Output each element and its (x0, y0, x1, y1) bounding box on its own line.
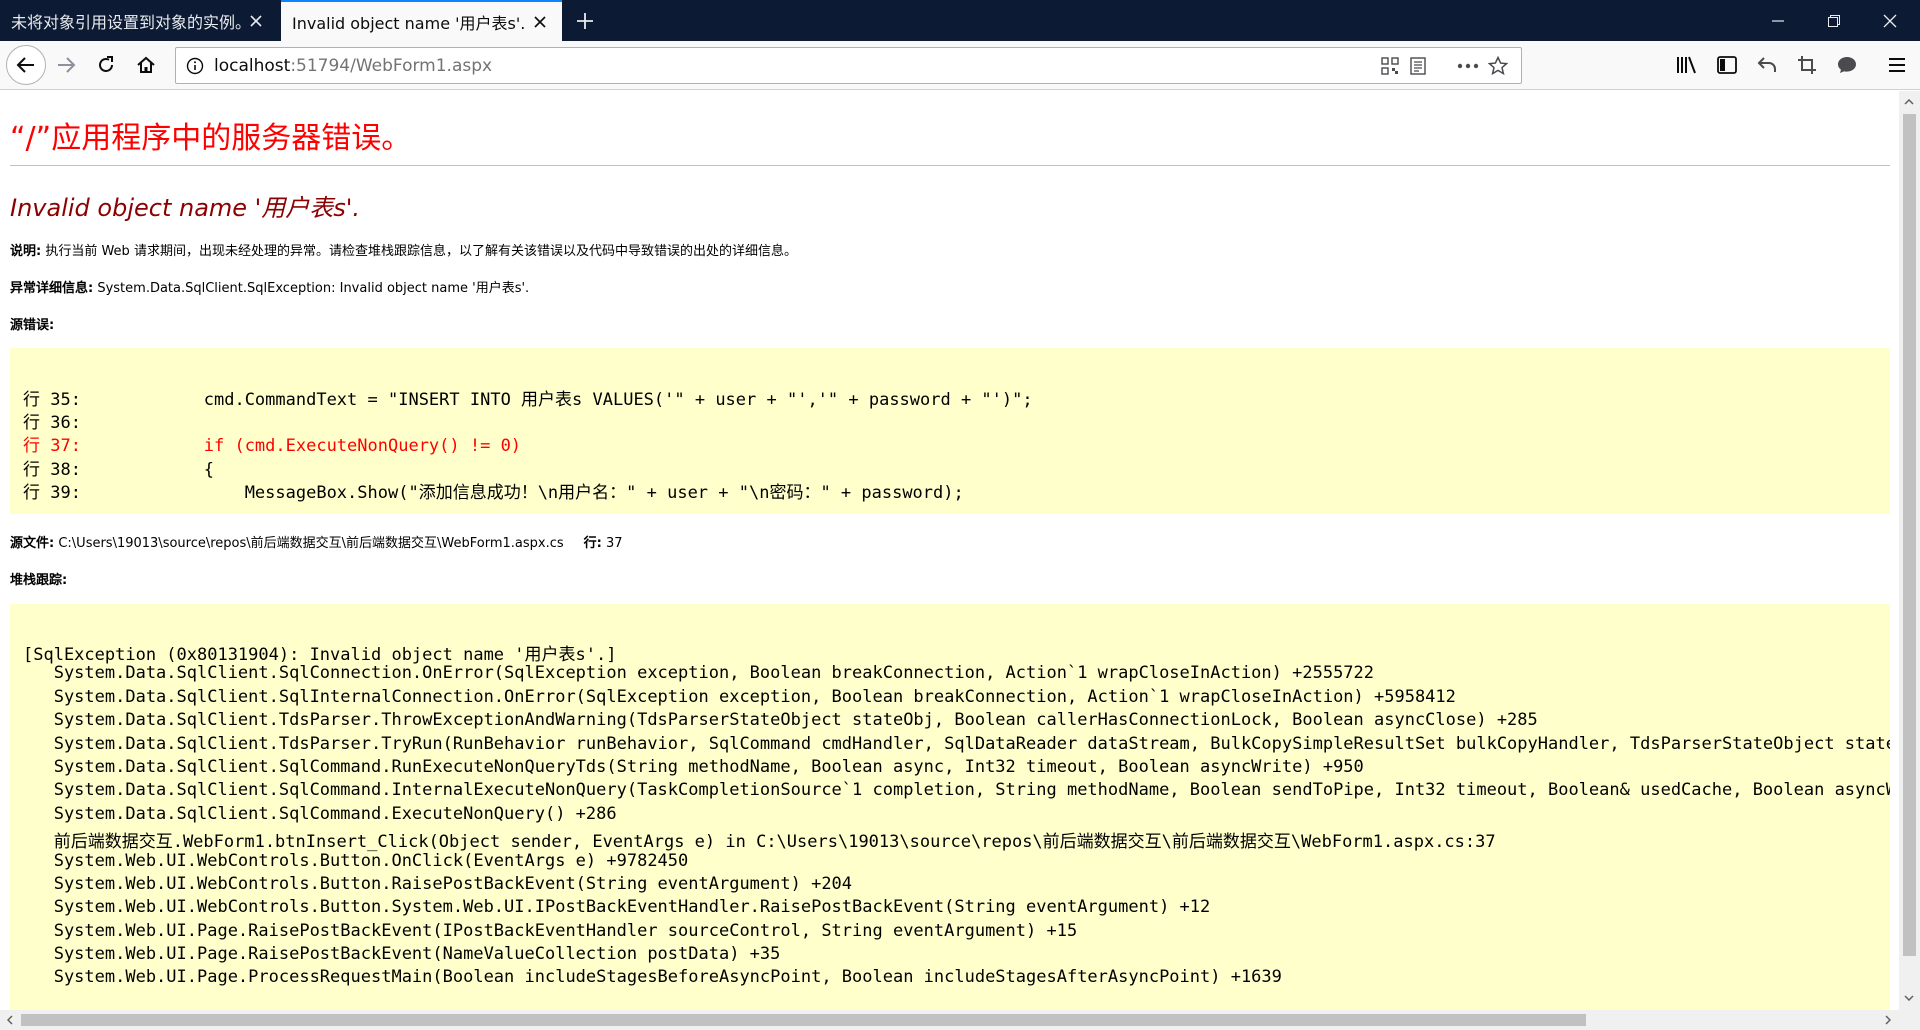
navigation-toolbar: localhost:51794/WebForm1.aspx (0, 41, 1920, 90)
library-icon[interactable] (1674, 52, 1700, 78)
reader-view-icon[interactable] (1406, 54, 1430, 78)
back-button[interactable] (6, 45, 46, 85)
home-button[interactable] (129, 48, 163, 82)
stack-line: System.Web.UI.Page.RaisePostBackEvent(IP… (23, 921, 1078, 941)
source-line: 行 38: { (23, 460, 214, 480)
forward-arrow-icon (58, 57, 76, 73)
scroll-up-icon[interactable] (1902, 95, 1916, 109)
source-line: 行 36: (23, 413, 81, 433)
stack-line: [SqlException (0x80131904): Invalid obje… (23, 645, 617, 665)
back-arrow-icon (16, 57, 34, 73)
stack-line: System.Web.UI.WebControls.Button.OnClick… (23, 851, 689, 871)
source-line-highlighted: 行 37: if (cmd.ExecuteNonQuery() != 0) (23, 436, 522, 456)
chat-bubble-icon[interactable] (1834, 52, 1860, 78)
stack-line: System.Web.UI.WebControls.Button.System.… (23, 897, 1211, 917)
scroll-right-icon[interactable] (1881, 1013, 1895, 1027)
restore-icon (1828, 14, 1840, 27)
vertical-scroll-thumb[interactable] (1903, 114, 1916, 956)
horizontal-scroll-thumb[interactable] (21, 1014, 1586, 1026)
scroll-left-icon[interactable] (3, 1013, 17, 1027)
page-title: “/”应用程序中的服务器错误。 (10, 121, 412, 156)
minimize-button[interactable] (1750, 0, 1806, 41)
undo-icon[interactable] (1754, 52, 1780, 78)
url-bar[interactable]: localhost:51794/WebForm1.aspx (175, 47, 1522, 84)
source-file-path: C:\Users\19013\source\repos\前后端数据交互\前后端数… (54, 536, 564, 551)
stack-line: System.Web.UI.WebControls.Button.RaisePo… (23, 874, 853, 894)
stack-line: System.Data.SqlClient.SqlCommand.RunExec… (23, 757, 1364, 777)
minimize-icon (1772, 19, 1784, 22)
tab-label: Invalid object name '用户表s'. (292, 13, 526, 33)
tab-bar: 未将对象引用设置到对象的实例。 Invalid object name '用户表… (0, 0, 1920, 41)
exception-label: 异常详细信息: (10, 281, 94, 296)
more-actions-icon[interactable] (1456, 54, 1480, 78)
source-error-label: 源错误: (10, 318, 55, 333)
source-code-block: 行 35: cmd.CommandText = "INSERT INTO 用户表… (10, 348, 1890, 514)
reload-icon (99, 56, 113, 72)
url-text[interactable]: localhost:51794/WebForm1.aspx (214, 56, 492, 76)
stack-trace-label: 堆栈跟踪: (10, 573, 68, 588)
bookmark-star-icon[interactable] (1486, 54, 1510, 78)
plus-icon (577, 13, 593, 29)
page-viewport: “/”应用程序中的服务器错误。 Invalid object name '用户表… (0, 91, 1899, 1010)
line-label: 行: (583, 536, 602, 551)
divider (10, 165, 1890, 166)
horizontal-scrollbar[interactable] (0, 1010, 1899, 1030)
stack-line: System.Data.SqlClient.TdsParser.TryRun(R… (23, 734, 1890, 754)
description-label: 说明: (10, 244, 42, 259)
scroll-down-icon[interactable] (1902, 991, 1916, 1005)
exception-text: System.Data.SqlClient.SqlException: Inva… (93, 281, 530, 296)
stack-line: System.Data.SqlClient.SqlConnection.OnEr… (23, 663, 1375, 683)
exception-details: 异常详细信息: System.Data.SqlClient.SqlExcepti… (10, 277, 529, 296)
forward-button[interactable] (49, 48, 83, 82)
stack-trace-heading: 堆栈跟踪: (10, 569, 67, 588)
stack-line: System.Data.SqlClient.SqlCommand.Interna… (23, 780, 1890, 800)
scrollbar-corner (1899, 1010, 1920, 1030)
stack-line: 前后端数据交互.WebForm1.btnInsert_Click(Object … (23, 832, 1496, 852)
close-tab-icon[interactable] (528, 10, 552, 34)
source-file-info: 源文件: C:\Users\19013\source\repos\前后端数据交互… (10, 532, 623, 551)
source-file-label: 源文件: (10, 536, 55, 551)
source-error-heading: 源错误: (10, 314, 54, 333)
url-path: :51794/WebForm1.aspx (290, 56, 493, 76)
crop-screenshot-icon[interactable] (1794, 52, 1820, 78)
new-tab-button[interactable] (570, 6, 600, 36)
description-text: 执行当前 Web 请求期间，出现未经处理的异常。请检查堆栈跟踪信息，以了解有关该… (41, 244, 797, 259)
stack-line: System.Web.UI.Page.RaisePostBackEvent(Na… (23, 944, 781, 964)
vertical-scrollbar[interactable] (1899, 91, 1920, 1010)
reload-button[interactable] (89, 48, 123, 82)
stack-line: System.Data.SqlClient.TdsParser.ThrowExc… (23, 710, 1538, 730)
source-line: 行 35: cmd.CommandText = "INSERT INTO 用户表… (23, 390, 1033, 410)
tab-previous[interactable]: 未将对象引用设置到对象的实例。 (0, 0, 278, 41)
source-line: 行 39: MessageBox.Show("添加信息成功！\n用户名：" + … (23, 483, 964, 503)
stack-line: System.Data.SqlClient.SqlCommand.Execute… (23, 804, 617, 824)
description: 说明: 执行当前 Web 请求期间，出现未经处理的异常。请检查堆栈跟踪信息，以了… (10, 240, 797, 259)
url-host: localhost (214, 56, 291, 76)
home-icon (137, 56, 155, 73)
sidebar-icon[interactable] (1714, 52, 1740, 78)
close-window-button[interactable] (1862, 0, 1918, 41)
line-number: 37 (601, 536, 623, 551)
info-icon[interactable] (183, 54, 207, 78)
tab-current[interactable]: Invalid object name '用户表s'. (281, 0, 562, 41)
stack-line: System.Web.UI.Page.ProcessRequestMain(Bo… (23, 967, 1282, 987)
menu-icon[interactable] (1884, 52, 1910, 78)
close-icon (1883, 14, 1897, 27)
tab-label: 未将对象引用设置到对象的实例。 (11, 12, 244, 32)
close-tab-icon[interactable] (244, 9, 268, 33)
qr-code-icon[interactable] (1378, 54, 1402, 78)
stack-trace-block: [SqlException (0x80131904): Invalid obje… (10, 604, 1890, 1010)
restore-button[interactable] (1806, 0, 1862, 41)
stack-line: System.Data.SqlClient.SqlInternalConnect… (23, 687, 1456, 707)
error-message: Invalid object name '用户表s'. (10, 194, 361, 222)
